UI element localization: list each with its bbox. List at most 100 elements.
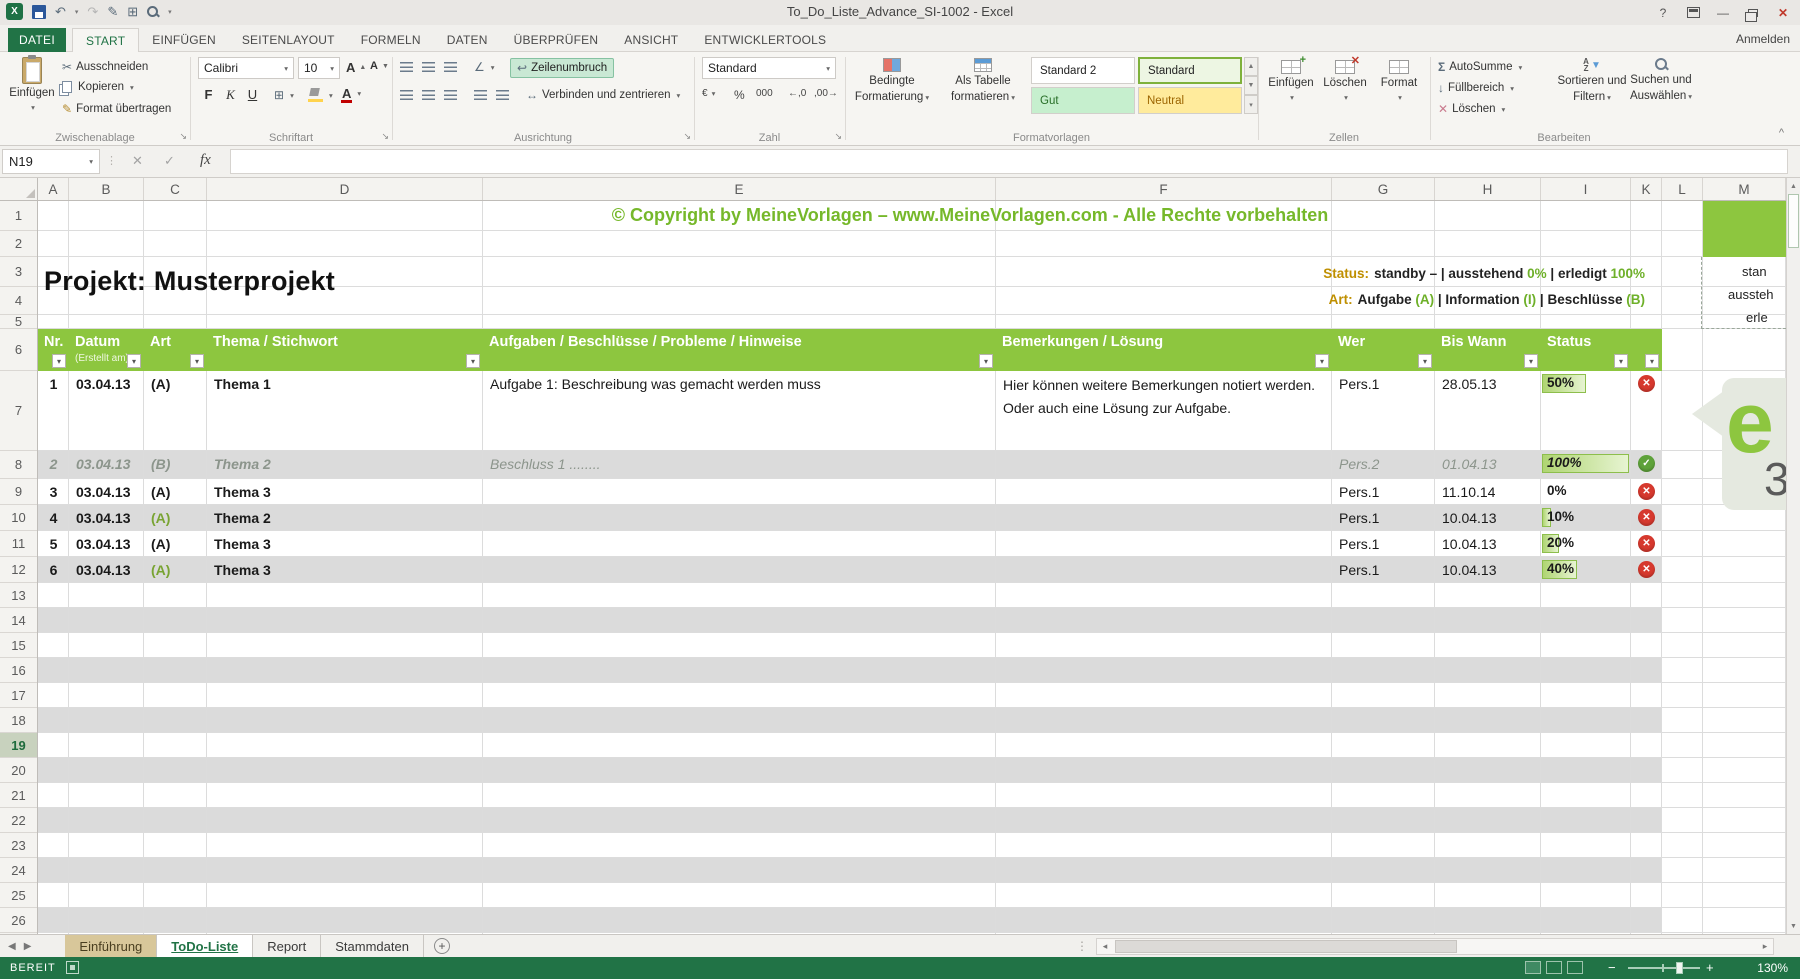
- cancel-icon[interactable]: ✕: [132, 153, 143, 169]
- search-icon[interactable]: [147, 6, 159, 18]
- cell-G10[interactable]: Pers.1: [1332, 505, 1435, 531]
- collapse-ribbon-icon[interactable]: ^: [1779, 127, 1784, 139]
- sheet-nav-left-icon[interactable]: ◀: [8, 941, 16, 952]
- cell-B12[interactable]: 03.04.13: [69, 557, 144, 583]
- tab-seitenlayout[interactable]: SEITENLAYOUT: [229, 28, 348, 52]
- cell-B10[interactable]: 03.04.13: [69, 505, 144, 531]
- cell-C10[interactable]: (A): [144, 505, 207, 531]
- redo-icon[interactable]: ↷: [87, 5, 98, 19]
- cell-G9[interactable]: Pers.1: [1332, 479, 1435, 505]
- percent-style-button[interactable]: %: [734, 88, 745, 102]
- row-header-9[interactable]: 9: [0, 479, 37, 505]
- ribbon-display-options-button[interactable]: [1678, 0, 1708, 25]
- cell-D10[interactable]: Thema 2: [207, 505, 483, 531]
- cell-K10[interactable]: ✕: [1631, 505, 1662, 531]
- align-right-button[interactable]: [444, 90, 457, 100]
- column-header-F[interactable]: F: [996, 178, 1332, 200]
- cell-K9[interactable]: ✕: [1631, 479, 1662, 505]
- cell-C11[interactable]: (A): [144, 531, 207, 557]
- format-painter-button[interactable]: ✎Format übertragen: [62, 102, 171, 116]
- align-middle-button[interactable]: [422, 62, 435, 72]
- align-top-button[interactable]: [400, 62, 413, 72]
- row-header-3[interactable]: 3: [0, 257, 37, 287]
- zoom-level[interactable]: 130%: [1722, 961, 1788, 975]
- filter-button-A[interactable]: ▾: [52, 354, 66, 368]
- gallery-down-button[interactable]: ▼: [1244, 76, 1258, 95]
- column-header-M[interactable]: M: [1703, 178, 1786, 200]
- help-button[interactable]: ?: [1648, 0, 1678, 25]
- cell-E8[interactable]: Beschluss 1 ........: [483, 451, 996, 477]
- cell-D11[interactable]: Thema 3: [207, 531, 483, 557]
- cell-K7[interactable]: ✕: [1631, 371, 1662, 397]
- cell-C12[interactable]: (A): [144, 557, 207, 583]
- scroll-down-icon[interactable]: ▼: [1787, 919, 1800, 933]
- fill-color-button[interactable]: ▾: [308, 88, 333, 102]
- font-family-select[interactable]: Calibri▾: [198, 57, 294, 79]
- restore-button[interactable]: [1738, 0, 1768, 25]
- table-icon[interactable]: ⊞: [127, 5, 138, 19]
- macro-record-icon[interactable]: [66, 961, 79, 974]
- column-header-E[interactable]: E: [483, 178, 996, 200]
- bold-button[interactable]: F: [198, 84, 219, 105]
- wrap-text-button[interactable]: ↩Zeilenumbruch: [510, 58, 614, 78]
- tab-daten[interactable]: DATEN: [434, 28, 501, 52]
- sheet-tab-einführung[interactable]: Einführung: [65, 935, 157, 957]
- cell-B8[interactable]: 03.04.13: [69, 451, 144, 477]
- cell-B9[interactable]: 03.04.13: [69, 479, 144, 505]
- horizontal-scroll-thumb[interactable]: [1115, 940, 1457, 953]
- column-header-L[interactable]: L: [1662, 178, 1703, 200]
- row-header-18[interactable]: 18: [0, 708, 37, 733]
- format-cells-button[interactable]: Format ▾: [1374, 60, 1424, 102]
- orientation-button[interactable]: ∠▾: [474, 60, 495, 74]
- cell-D7[interactable]: Thema 1: [207, 371, 483, 397]
- filter-button-E[interactable]: ▾: [979, 354, 993, 368]
- cell-A9[interactable]: 3: [38, 479, 69, 505]
- enter-icon[interactable]: ✓: [164, 153, 175, 169]
- cell-G8[interactable]: Pers.2: [1332, 451, 1435, 477]
- cell-C7[interactable]: (A): [144, 371, 207, 397]
- row-header-21[interactable]: 21: [0, 783, 37, 808]
- tab-formeln[interactable]: FORMELN: [348, 28, 434, 52]
- row-header-26[interactable]: 26: [0, 908, 37, 933]
- horizontal-scrollbar[interactable]: ◂ ▸: [1096, 938, 1774, 955]
- cell-A11[interactable]: 5: [38, 531, 69, 557]
- row-header-24[interactable]: 24: [0, 858, 37, 883]
- cell-H11[interactable]: 10.04.13: [1435, 531, 1541, 557]
- cell-A7[interactable]: 1: [38, 371, 69, 397]
- pen-icon[interactable]: ✎: [107, 5, 118, 19]
- tab-einfügen[interactable]: EINFÜGEN: [139, 28, 229, 52]
- cell-C8[interactable]: (B): [144, 451, 207, 477]
- filter-button-F[interactable]: ▾: [1315, 354, 1329, 368]
- cell-H12[interactable]: 10.04.13: [1435, 557, 1541, 583]
- clear-button[interactable]: ✕Löschen▾: [1438, 102, 1505, 116]
- row-header-2[interactable]: 2: [0, 231, 37, 257]
- paste-button[interactable]: Einfügen ▾: [6, 57, 58, 112]
- cell-A8[interactable]: 2: [38, 451, 69, 477]
- dialog-launcher-icon[interactable]: ↘: [179, 131, 187, 142]
- cell-H10[interactable]: 10.04.13: [1435, 505, 1541, 531]
- formula-input[interactable]: [230, 149, 1788, 174]
- gallery-up-button[interactable]: ▲: [1244, 57, 1258, 76]
- name-box[interactable]: N19▾: [2, 149, 100, 174]
- increase-font-button[interactable]: A▲: [346, 60, 366, 75]
- dialog-launcher-icon[interactable]: ↘: [834, 131, 842, 142]
- increase-indent-button[interactable]: [496, 90, 509, 100]
- row-header-10[interactable]: 10: [0, 505, 37, 531]
- row-header-19[interactable]: 19: [0, 733, 37, 758]
- filter-button-H[interactable]: ▾: [1524, 354, 1538, 368]
- cell-I10[interactable]: 10%: [1541, 505, 1631, 531]
- align-left-button[interactable]: [400, 90, 413, 100]
- font-color-button[interactable]: A▾: [342, 87, 361, 100]
- column-header-H[interactable]: H: [1435, 178, 1541, 200]
- italic-button[interactable]: K: [220, 84, 241, 105]
- comma-style-button[interactable]: 000: [756, 88, 773, 99]
- filter-button-K[interactable]: ▾: [1645, 354, 1659, 368]
- cell-A12[interactable]: 6: [38, 557, 69, 583]
- row-header-1[interactable]: 1: [0, 201, 37, 231]
- filter-button-D[interactable]: ▾: [466, 354, 480, 368]
- style-standard-2[interactable]: Standard 2: [1031, 57, 1135, 84]
- format-as-table-button[interactable]: Als Tabelle formatieren▾: [939, 58, 1027, 104]
- borders-button[interactable]: ⊞▾: [274, 88, 294, 102]
- cell-D9[interactable]: Thema 3: [207, 479, 483, 505]
- column-header-B[interactable]: B: [69, 178, 144, 200]
